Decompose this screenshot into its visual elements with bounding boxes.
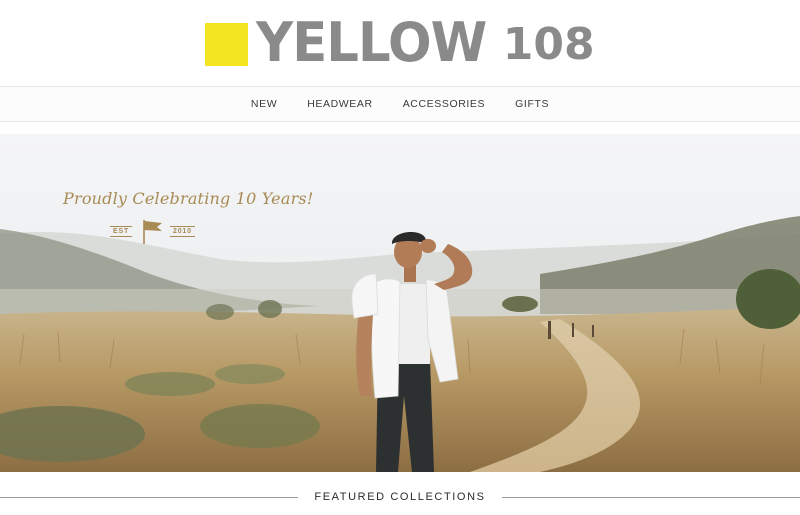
anniversary-badge: EST 2010 bbox=[110, 216, 195, 246]
divider-left bbox=[0, 496, 299, 498]
badge-year-label: 2010 bbox=[170, 225, 195, 237]
nav-item-new[interactable]: NEW bbox=[251, 98, 277, 110]
hero-banner[interactable]: Proudly Celebrating 10 Years! EST 2010 bbox=[0, 134, 800, 472]
divider-right bbox=[501, 496, 800, 498]
main-nav: NEW HEADWEAR ACCESSORIES GIFTS bbox=[0, 86, 800, 122]
logo-yellow-square bbox=[205, 22, 249, 66]
nav-item-headwear[interactable]: HEADWEAR bbox=[307, 98, 372, 110]
page: YELLOW 108 NEW HEADWEAR ACCESSORIES GIFT… bbox=[0, 0, 800, 515]
site-header: YELLOW 108 bbox=[0, 0, 800, 86]
hero-tagline: Proudly Celebrating 10 Years! bbox=[63, 189, 314, 208]
site-logo[interactable]: YELLOW 108 bbox=[205, 11, 595, 74]
featured-collections-title: FEATURED COLLECTIONS bbox=[314, 491, 486, 503]
nav-item-accessories[interactable]: ACCESSORIES bbox=[403, 98, 485, 110]
hero-image bbox=[0, 134, 800, 472]
badge-est-label: EST bbox=[110, 225, 133, 237]
nav-item-gifts[interactable]: GIFTS bbox=[515, 98, 549, 110]
logo-number: 108 bbox=[502, 19, 595, 70]
flag-icon bbox=[143, 220, 163, 244]
logo-wordmark: YELLOW bbox=[256, 11, 487, 74]
featured-collections-heading: FEATURED COLLECTIONS bbox=[0, 482, 800, 512]
